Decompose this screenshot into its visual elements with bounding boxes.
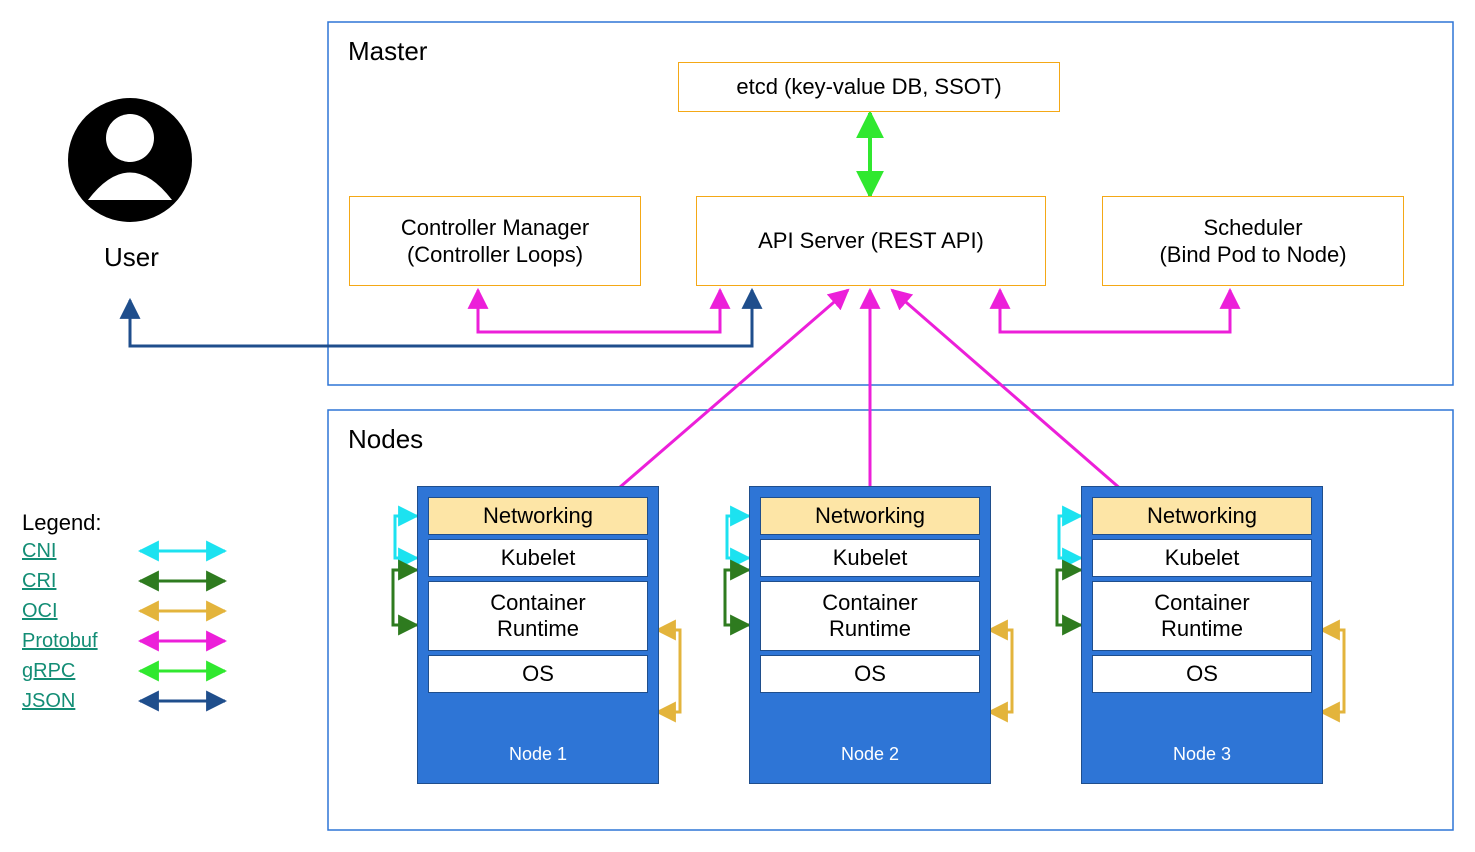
user-icon [68,98,192,222]
node-3: Networking Kubelet Container Runtime OS … [1081,486,1323,784]
node-1-networking: Networking [428,497,648,535]
node-1-os: OS [428,655,648,693]
node-2: Networking Kubelet Container Runtime OS … [749,486,991,784]
arrow-sched-apiserver [1000,290,1230,332]
node-2-caption: Node 2 [750,744,990,765]
node-1: Networking Kubelet Container Runtime OS … [417,486,659,784]
legend-link-grpc[interactable]: gRPC [22,660,75,683]
legend-swatches [140,551,225,701]
legend-link-cri[interactable]: CRI [22,570,56,593]
node-3-kubelet: Kubelet [1092,539,1312,577]
node-1-runtime: Container Runtime [428,581,648,651]
node-2-runtime: Container Runtime [760,581,980,651]
node-1-caption: Node 1 [418,744,658,765]
legend-link-protobuf[interactable]: Protobuf [22,630,98,653]
node-2-kubelet: Kubelet [760,539,980,577]
etcd-box: etcd (key-value DB, SSOT) [678,62,1060,112]
node-1-kubelet: Kubelet [428,539,648,577]
arrow-user-apiserver [130,290,752,346]
legend-link-json[interactable]: JSON [22,690,75,713]
legend-link-oci[interactable]: OCI [22,600,58,623]
legend-link-cni[interactable]: CNI [22,540,56,563]
nodes-title: Nodes [348,424,423,455]
node-3-runtime: Container Runtime [1092,581,1312,651]
user-label: User [104,242,159,273]
controller-manager-box: Controller Manager (Controller Loops) [349,196,641,286]
node-3-os: OS [1092,655,1312,693]
node-3-networking: Networking [1092,497,1312,535]
node-2-networking: Networking [760,497,980,535]
node-2-os: OS [760,655,980,693]
scheduler-box: Scheduler (Bind Pod to Node) [1102,196,1404,286]
node-3-caption: Node 3 [1082,744,1322,765]
legend-title: Legend: [22,510,102,536]
master-title: Master [348,36,427,67]
api-server-box: API Server (REST API) [696,196,1046,286]
arrow-ctrl-apiserver [478,290,720,332]
